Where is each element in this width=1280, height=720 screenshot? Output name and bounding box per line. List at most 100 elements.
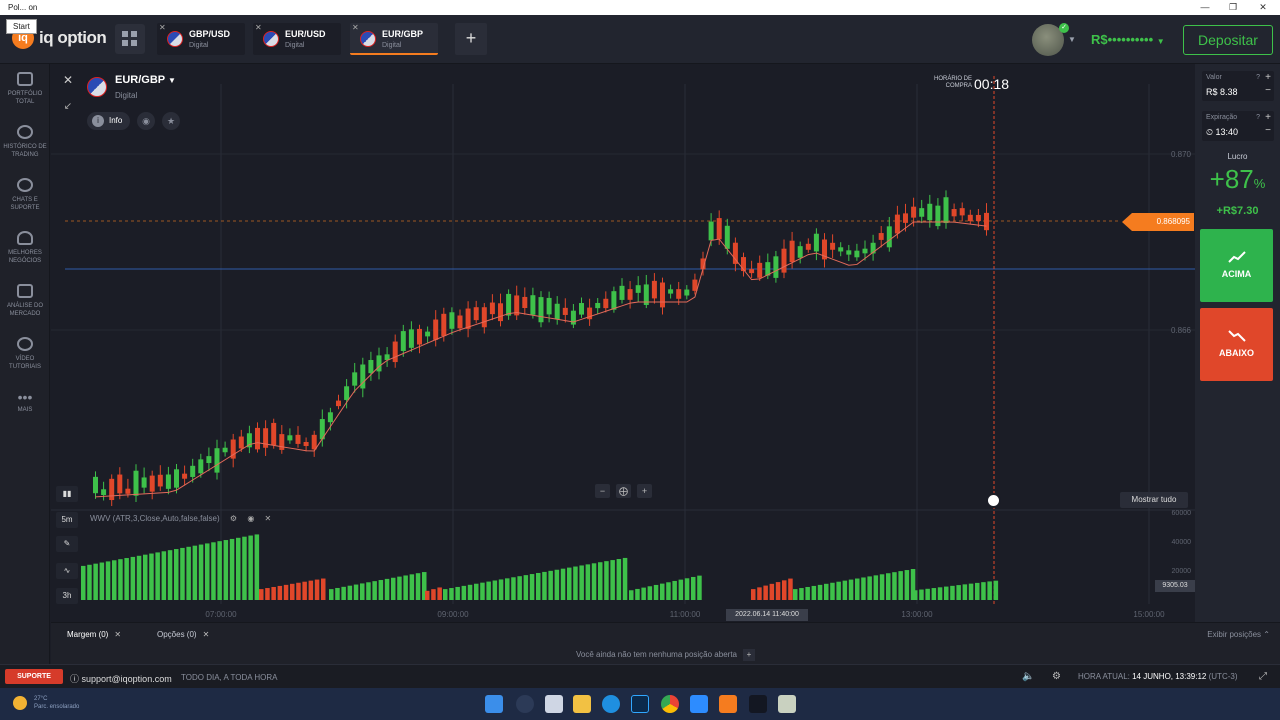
apps-grid-button[interactable] (115, 24, 145, 54)
timer-icon (986, 493, 1001, 508)
info-button[interactable]: i Info (87, 112, 130, 130)
news-icon (17, 284, 33, 298)
add-tab-button[interactable]: + (455, 23, 487, 55)
decrease-button[interactable]: − (1265, 125, 1271, 136)
gear-icon[interactable]: ⚙ (230, 514, 237, 523)
price-chart[interactable]: 07:00:00 09:00:00 11:00:00 13:00:00 15:00:00… (51, 64, 1195, 622)
show-positions-button[interactable]: Exibir posições ⌃ (1207, 630, 1270, 639)
balance-display[interactable]: R$•••••••••• ▼ (1091, 32, 1165, 47)
image-app-icon[interactable] (778, 695, 796, 713)
show-all-button[interactable]: Mostrar tudo (1120, 492, 1188, 508)
close-tab-icon[interactable]: ✕ (159, 23, 166, 32)
candle (660, 282, 665, 308)
value-field[interactable]: Valor ? + R$ 8.38 − (1202, 71, 1274, 101)
asset-tab-gbpusd[interactable]: ✕ GBP/USD Digital (157, 23, 245, 55)
timeframe-button[interactable]: 5m (56, 512, 78, 528)
volume-bar (817, 584, 823, 600)
fullscreen-icon[interactable]: ⤢ (1259, 671, 1267, 682)
tradingview-icon[interactable] (749, 695, 767, 713)
sidebar-item-chats[interactable]: CHATS E SUPORTE (0, 178, 50, 212)
volume-bar (672, 580, 677, 600)
close-window-button[interactable]: ✕ (1248, 0, 1278, 15)
sidebar-item-history[interactable]: HISTÓRICO DE TRADING (0, 125, 50, 159)
volume-bar (321, 578, 326, 600)
edge-icon[interactable] (602, 695, 620, 713)
iqoption-app-icon[interactable] (719, 695, 737, 713)
pencil-icon[interactable]: ✎ (56, 536, 78, 552)
asset-tab-eurgbp[interactable]: ✕ EUR/GBP Digital (350, 23, 438, 55)
candle (943, 197, 949, 224)
volume-bar (205, 543, 210, 600)
zoom-in-button[interactable]: + (637, 484, 652, 498)
mute-icon[interactable]: 🔈 (1022, 671, 1034, 682)
weather-icon[interactable] (13, 696, 27, 710)
close-icon[interactable]: ✕ (203, 630, 210, 639)
folder-icon[interactable] (573, 695, 591, 713)
close-icon[interactable]: ✕ (265, 514, 272, 523)
volume-bar (635, 588, 640, 600)
support-button[interactable]: SUPORTE (5, 669, 63, 684)
more-icon: ••• (17, 389, 33, 405)
help-icon[interactable]: ? (1256, 74, 1260, 81)
candle (263, 428, 269, 448)
chrome-icon[interactable] (661, 695, 679, 713)
close-icon[interactable]: ✕ (114, 630, 121, 639)
volume-bar (956, 585, 961, 600)
left-sidebar: PORTFÓLIO TOTAL HISTÓRICO DE TRADING CHA… (0, 64, 50, 664)
tab-options[interactable]: Opções (0) ✕ (157, 630, 209, 639)
increase-button[interactable]: + (1265, 72, 1271, 83)
sidebar-item-market-analysis[interactable]: ANÁLISE DO MERCADO (0, 284, 50, 318)
indicators-icon[interactable]: ∿ (56, 563, 78, 579)
volume-bar (523, 575, 529, 600)
asset-tab-eurusd[interactable]: ✕ EUR/USD Digital (253, 23, 341, 55)
volume-bar (112, 560, 117, 600)
value-input[interactable]: R$ 8.38 (1206, 87, 1238, 97)
search-icon[interactable] (516, 695, 534, 713)
maximize-button[interactable]: ❐ (1218, 0, 1248, 15)
candle (271, 422, 277, 446)
volume-bar (236, 537, 241, 600)
center-icon[interactable]: ⨁ (616, 484, 631, 498)
deposit-button[interactable]: Depositar (1183, 25, 1273, 55)
windows-start-icon[interactable] (485, 695, 503, 713)
cursor-date-tag: 2022.06.14 11:40:00 (726, 609, 808, 621)
call-button[interactable]: ACIMA (1200, 229, 1273, 302)
support-email[interactable]: ⓘ support@iqoption.com (70, 672, 172, 685)
volume-bar (842, 580, 848, 600)
sidebar-item-more[interactable]: ••• MAIS (0, 389, 50, 414)
chart-area[interactable]: 07:00:00 09:00:00 11:00:00 13:00:00 15:00:00… (51, 64, 1195, 622)
close-chart-icon[interactable]: ✕ (60, 72, 76, 88)
help-icon[interactable]: ? (1256, 114, 1260, 121)
increase-button[interactable]: + (1265, 112, 1271, 123)
chevron-down-icon[interactable]: ▼ (1068, 35, 1076, 44)
task-view-icon[interactable] (545, 695, 563, 713)
sidebar-item-best-trades[interactable]: MELHORES NEGÓCIOS (0, 231, 50, 265)
close-tab-icon[interactable]: ✕ (352, 23, 359, 32)
collapse-icon[interactable]: ↙ (60, 101, 76, 117)
decrease-button[interactable]: − (1265, 85, 1271, 96)
photoshop-icon[interactable] (631, 695, 649, 713)
chart-type-button[interactable]: ▮▮ (56, 486, 78, 502)
zoom-out-button[interactable]: − (595, 484, 610, 498)
bell-icon[interactable]: ◉ (137, 112, 155, 130)
sidebar-item-portfolio[interactable]: PORTFÓLIO TOTAL (0, 72, 50, 106)
star-icon[interactable]: ★ (162, 112, 180, 130)
volume-level-label: 40000 (1172, 539, 1192, 546)
sidebar-item-video-tutorials[interactable]: VÍDEO TUTORIAIS (0, 337, 50, 371)
eye-icon[interactable]: ◉ (247, 514, 254, 523)
put-button[interactable]: ABAIXO (1200, 308, 1273, 381)
asset-name[interactable]: EUR/GBP ▼ (115, 74, 176, 86)
tab-margin[interactable]: Margem (0) ✕ (67, 630, 121, 639)
zoom-icon[interactable] (690, 695, 708, 713)
close-tab-icon[interactable]: ✕ (255, 23, 262, 32)
gear-icon[interactable]: ⚙ (1052, 671, 1061, 682)
candle (376, 355, 382, 372)
candle (716, 218, 722, 240)
volume-bar (968, 583, 974, 600)
volume-bar (341, 586, 346, 600)
expiry-field[interactable]: Expiração ? + ⏲ 13:40 − (1202, 111, 1274, 141)
expiry-value[interactable]: ⏲ 13:40 (1206, 127, 1238, 138)
period-button[interactable]: 3h (56, 588, 78, 604)
minimize-button[interactable]: — (1190, 0, 1220, 15)
add-position-button[interactable]: + (743, 649, 755, 661)
